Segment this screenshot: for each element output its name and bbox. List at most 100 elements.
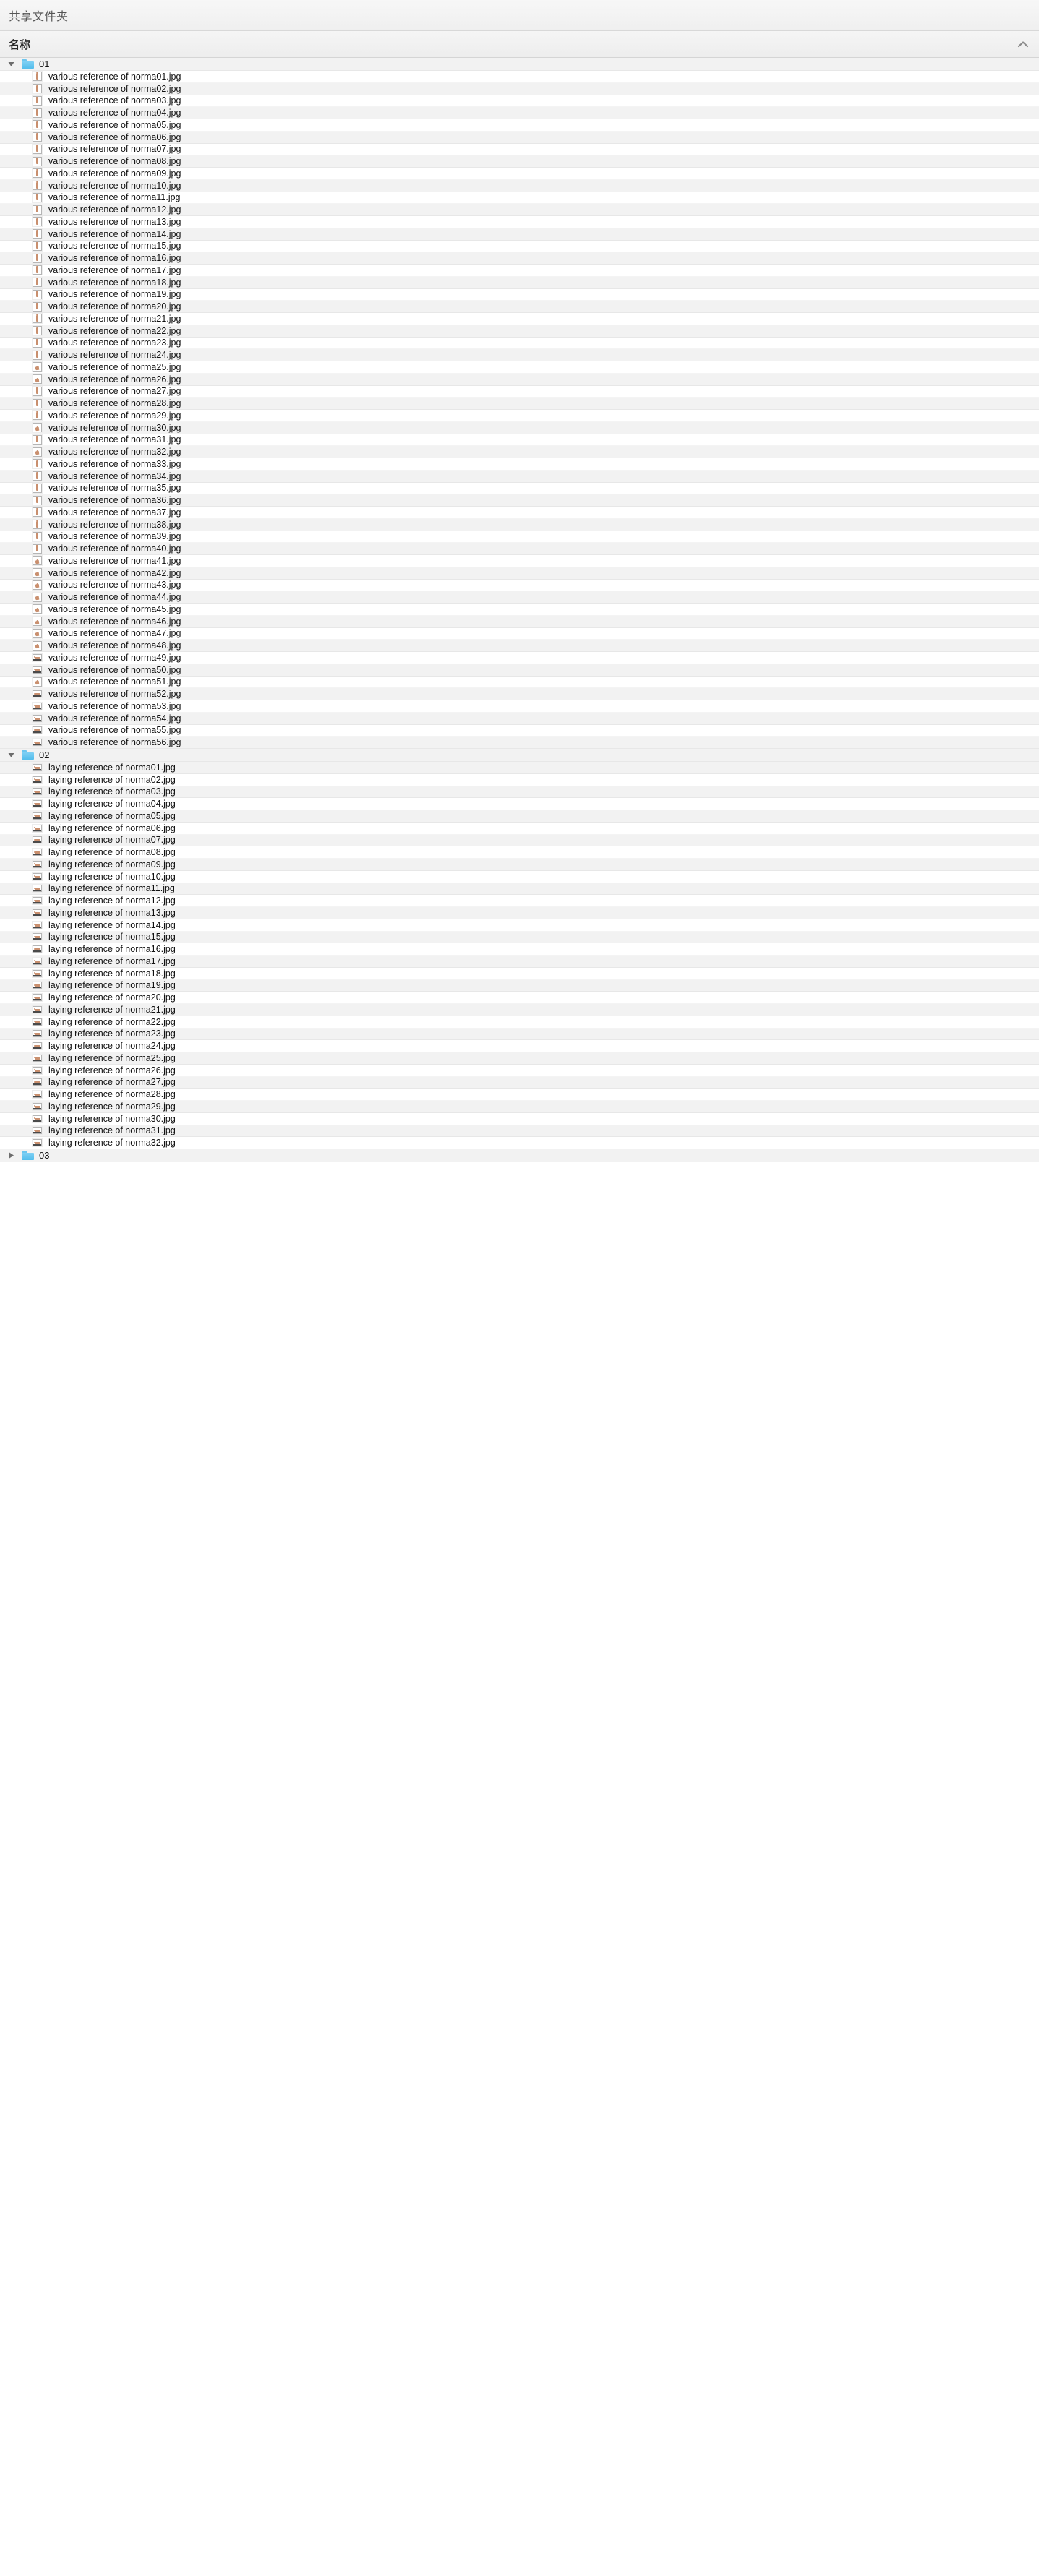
file-row[interactable]: laying reference of norma28.jpg <box>0 1089 1039 1101</box>
file-row[interactable]: various reference of norma06.jpg <box>0 131 1039 144</box>
file-row[interactable]: various reference of norma30.jpg <box>0 421 1039 434</box>
file-row[interactable]: laying reference of norma29.jpg <box>0 1101 1039 1113</box>
file-row[interactable]: various reference of norma34.jpg <box>0 470 1039 483</box>
file-row[interactable]: laying reference of norma20.jpg <box>0 992 1039 1004</box>
file-row[interactable]: various reference of norma22.jpg <box>0 325 1039 338</box>
file-row[interactable]: various reference of norma01.jpg <box>0 71 1039 83</box>
file-tree[interactable]: 01 various reference of norma01.jpg variou… <box>0 58 1039 1162</box>
file-row[interactable]: various reference of norma11.jpg <box>0 192 1039 205</box>
column-header-row[interactable]: 名称 <box>0 31 1039 58</box>
triangle-down-icon[interactable] <box>4 750 17 760</box>
file-row[interactable]: various reference of norma43.jpg <box>0 579 1039 592</box>
file-row[interactable]: various reference of norma31.jpg <box>0 434 1039 447</box>
file-row[interactable]: various reference of norma02.jpg <box>0 82 1039 95</box>
file-row[interactable]: various reference of norma39.jpg <box>0 531 1039 544</box>
file-row[interactable]: various reference of norma41.jpg <box>0 555 1039 567</box>
file-row[interactable]: various reference of norma49.jpg <box>0 652 1039 664</box>
file-row[interactable]: laying reference of norma30.jpg <box>0 1112 1039 1125</box>
file-row[interactable]: laying reference of norma23.jpg <box>0 1028 1039 1041</box>
file-row[interactable]: various reference of norma16.jpg <box>0 252 1039 265</box>
file-row[interactable]: laying reference of norma11.jpg <box>0 883 1039 896</box>
file-row[interactable]: various reference of norma35.jpg <box>0 482 1039 495</box>
file-row[interactable]: various reference of norma55.jpg <box>0 724 1039 737</box>
file-row[interactable]: laying reference of norma24.jpg <box>0 1040 1039 1052</box>
file-row[interactable]: laying reference of norma16.jpg <box>0 943 1039 956</box>
file-row[interactable]: various reference of norma52.jpg <box>0 688 1039 700</box>
file-row[interactable]: various reference of norma17.jpg <box>0 265 1039 277</box>
file-row[interactable]: laying reference of norma15.jpg <box>0 931 1039 944</box>
file-row[interactable]: laying reference of norma13.jpg <box>0 907 1039 919</box>
file-row[interactable]: various reference of norma37.jpg <box>0 507 1039 519</box>
file-row[interactable]: various reference of norma28.jpg <box>0 398 1039 410</box>
file-row[interactable]: laying reference of norma31.jpg <box>0 1125 1039 1138</box>
file-row[interactable]: various reference of norma38.jpg <box>0 518 1039 531</box>
file-row[interactable]: various reference of norma50.jpg <box>0 664 1039 677</box>
file-row[interactable]: various reference of norma33.jpg <box>0 458 1039 471</box>
file-row[interactable]: various reference of norma05.jpg <box>0 119 1039 132</box>
file-row[interactable]: various reference of norma40.jpg <box>0 543 1039 555</box>
file-row[interactable]: various reference of norma13.jpg <box>0 216 1039 228</box>
file-row[interactable]: various reference of norma51.jpg <box>0 676 1039 689</box>
file-row[interactable]: laying reference of norma02.jpg <box>0 773 1039 786</box>
file-row[interactable]: various reference of norma25.jpg <box>0 361 1039 374</box>
file-row[interactable]: various reference of norma15.jpg <box>0 240 1039 253</box>
file-row[interactable]: various reference of norma36.jpg <box>0 494 1039 507</box>
file-row[interactable]: laying reference of norma14.jpg <box>0 919 1039 932</box>
file-row[interactable]: laying reference of norma06.jpg <box>0 822 1039 835</box>
file-row[interactable]: various reference of norma53.jpg <box>0 700 1039 713</box>
file-row[interactable]: various reference of norma20.jpg <box>0 301 1039 313</box>
file-row[interactable]: laying reference of norma07.jpg <box>0 834 1039 847</box>
file-row[interactable]: various reference of norma29.jpg <box>0 410 1039 422</box>
file-row[interactable]: laying reference of norma17.jpg <box>0 956 1039 968</box>
file-row[interactable]: various reference of norma14.jpg <box>0 228 1039 241</box>
file-row[interactable]: various reference of norma56.jpg <box>0 737 1039 749</box>
file-row[interactable]: various reference of norma18.jpg <box>0 276 1039 289</box>
file-row[interactable]: various reference of norma32.jpg <box>0 446 1039 458</box>
file-row[interactable]: various reference of norma12.jpg <box>0 204 1039 216</box>
file-row[interactable]: laying reference of norma25.jpg <box>0 1052 1039 1065</box>
file-row[interactable]: various reference of norma08.jpg <box>0 155 1039 168</box>
folder-row[interactable]: 02 <box>0 749 1039 762</box>
file-row[interactable]: laying reference of norma03.jpg <box>0 786 1039 799</box>
file-row[interactable]: various reference of norma27.jpg <box>0 385 1039 398</box>
file-row[interactable]: laying reference of norma12.jpg <box>0 895 1039 907</box>
file-row[interactable]: various reference of norma23.jpg <box>0 337 1039 350</box>
file-row[interactable]: various reference of norma19.jpg <box>0 288 1039 301</box>
file-row[interactable]: various reference of norma45.jpg <box>0 604 1039 616</box>
file-row[interactable]: various reference of norma26.jpg <box>0 373 1039 386</box>
file-row[interactable]: various reference of norma10.jpg <box>0 179 1039 192</box>
file-row[interactable]: laying reference of norma27.jpg <box>0 1076 1039 1089</box>
file-row[interactable]: various reference of norma47.jpg <box>0 627 1039 640</box>
file-row[interactable]: laying reference of norma10.jpg <box>0 870 1039 883</box>
file-row[interactable]: various reference of norma04.jpg <box>0 107 1039 119</box>
file-row[interactable]: laying reference of norma04.jpg <box>0 798 1039 810</box>
file-row[interactable]: laying reference of norma21.jpg <box>0 1004 1039 1016</box>
file-row[interactable]: laying reference of norma18.jpg <box>0 967 1039 980</box>
file-row[interactable]: various reference of norma24.jpg <box>0 349 1039 361</box>
triangle-down-icon[interactable] <box>4 59 17 69</box>
file-row[interactable]: various reference of norma03.jpg <box>0 95 1039 108</box>
file-row[interactable]: laying reference of norma09.jpg <box>0 859 1039 871</box>
file-row[interactable]: laying reference of norma01.jpg <box>0 762 1039 774</box>
triangle-right-icon[interactable] <box>4 1151 17 1161</box>
file-row[interactable]: various reference of norma48.jpg <box>0 640 1039 652</box>
file-row[interactable]: various reference of norma54.jpg <box>0 712 1039 725</box>
file-row[interactable]: various reference of norma09.jpg <box>0 168 1039 180</box>
folder-row[interactable]: 01 <box>0 58 1039 71</box>
file-row[interactable]: laying reference of norma19.jpg <box>0 979 1039 992</box>
file-row[interactable]: various reference of norma44.jpg <box>0 591 1039 604</box>
file-row[interactable]: laying reference of norma32.jpg <box>0 1137 1039 1149</box>
file-row[interactable]: laying reference of norma26.jpg <box>0 1064 1039 1077</box>
file-row[interactable]: various reference of norma42.jpg <box>0 567 1039 580</box>
file-row[interactable]: various reference of norma21.jpg <box>0 313 1039 325</box>
column-header-name[interactable]: 名称 <box>9 37 30 52</box>
file-row[interactable]: laying reference of norma22.jpg <box>0 1016 1039 1029</box>
file-row[interactable]: laying reference of norma05.jpg <box>0 810 1039 823</box>
file-name-label: various reference of norma35.jpg <box>48 483 181 494</box>
file-row[interactable]: various reference of norma07.jpg <box>0 143 1039 156</box>
file-name-label: laying reference of norma32.jpg <box>48 1138 176 1149</box>
chevron-up-icon[interactable] <box>1017 40 1029 48</box>
file-row[interactable]: various reference of norma46.jpg <box>0 615 1039 628</box>
folder-row[interactable]: 03 <box>0 1149 1039 1162</box>
file-row[interactable]: laying reference of norma08.jpg <box>0 846 1039 859</box>
